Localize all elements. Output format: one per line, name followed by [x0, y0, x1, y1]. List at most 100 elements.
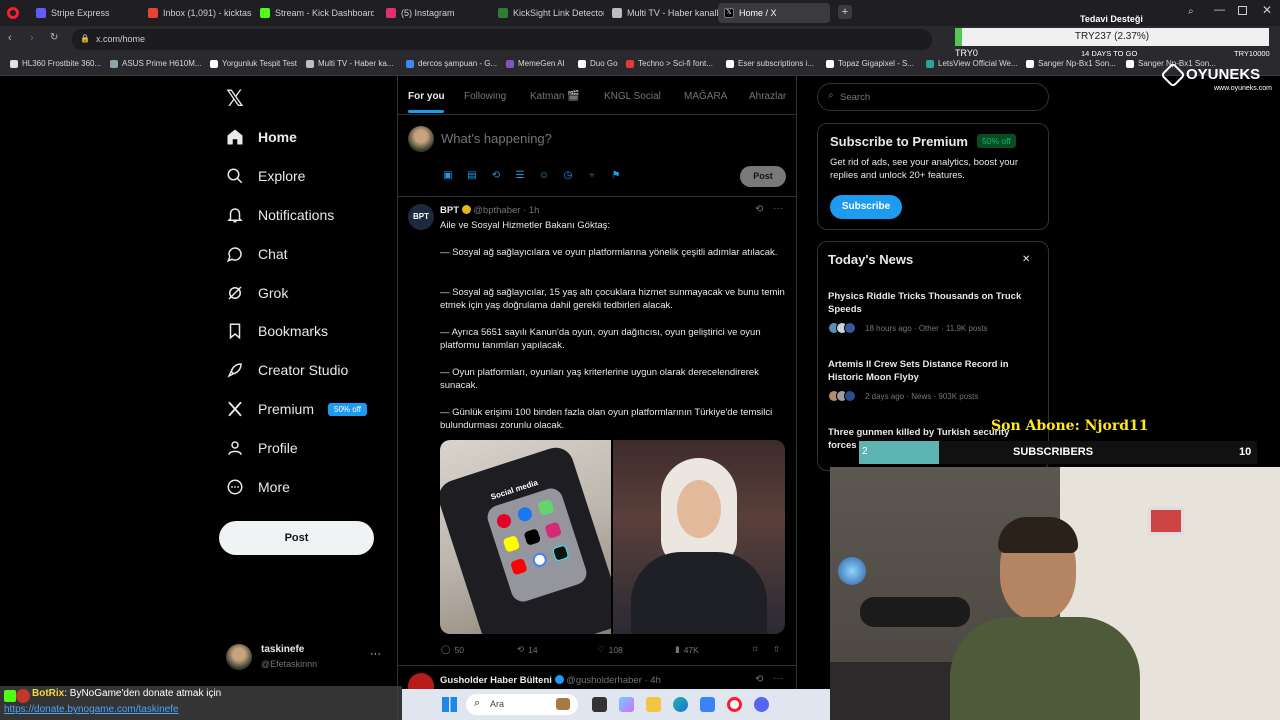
news-item-title[interactable]: Artemis II Crew Sets Distance Record in …	[828, 358, 1038, 384]
reply-button[interactable]: ◯ 50	[441, 644, 464, 655]
premium-discount-badge: 50% off	[328, 402, 367, 416]
chat-link[interactable]: https://donate.bynogame.com/taskinefe	[4, 704, 179, 715]
bookmark-item[interactable]: Duo Go	[578, 59, 618, 68]
bookmark-item[interactable]: Sanger Np-Bx1 Son...	[1026, 59, 1116, 68]
views-button[interactable]: ▮ 47K	[675, 644, 699, 655]
bookmark-item[interactable]: HL360 Frostbite 360...	[10, 59, 101, 68]
minimize-icon[interactable]: —	[1214, 4, 1225, 16]
tweet-author-name[interactable]: Gusholder Haber Bülteni	[440, 675, 552, 686]
store-icon[interactable]	[700, 697, 715, 712]
bookmark-item[interactable]: dercos şampuan - G...	[406, 59, 497, 68]
bookmark-tweet-button[interactable]: ⌑	[753, 644, 757, 655]
bookmark-item[interactable]: MemeGen AI	[506, 59, 565, 68]
back-icon[interactable]: ‹	[8, 32, 12, 44]
bookmark-favicon-icon	[578, 59, 586, 68]
x-logo-icon[interactable]: 𝕏	[226, 86, 244, 112]
search-box[interactable]: ⌕ Search	[817, 83, 1049, 111]
bookmark-item[interactable]: LetsView Official We...	[926, 59, 1018, 68]
chat-text: : ByNoGame'den donate atmak için	[64, 688, 222, 699]
nav-explore[interactable]: Explore	[226, 163, 305, 189]
tweet-avatar[interactable]: BPT	[408, 204, 434, 230]
close-news-icon[interactable]: ✕	[1022, 254, 1030, 265]
tweet-image-phone[interactable]: Social media	[440, 440, 611, 634]
subscriber-count: 10	[1239, 446, 1252, 458]
face-shape	[677, 480, 721, 538]
nav-chat[interactable]: Chat	[226, 241, 288, 267]
tab-katman[interactable]: Katman 🎬	[530, 91, 580, 102]
browser-tab[interactable]: Stripe Express	[30, 3, 140, 23]
edge-icon[interactable]	[673, 697, 688, 712]
like-button[interactable]: ♡ 108	[597, 644, 623, 655]
bookmark-item[interactable]: Yorgunluk Tespit Test	[210, 59, 297, 68]
post-button[interactable]: Post	[219, 521, 374, 555]
opera-logo-icon[interactable]	[7, 7, 19, 19]
emoji-icon[interactable]: ☺	[538, 170, 550, 182]
account-more-icon[interactable]: ···	[370, 648, 381, 660]
grok-compose-icon[interactable]: ⟲	[490, 170, 502, 182]
grok-tweet-icon[interactable]: ⟲	[755, 674, 763, 685]
nav-notifications[interactable]: Notifications	[226, 202, 334, 228]
browser-tab[interactable]: KickSight Link Detector	[492, 3, 604, 23]
search-tabs-icon[interactable]: ⌕	[1188, 6, 1194, 17]
composer-input[interactable]: What's happening?	[441, 131, 552, 146]
tweet-more-icon[interactable]: ···	[773, 673, 783, 684]
nav-bookmarks[interactable]: Bookmarks	[226, 318, 328, 344]
tweet-author-handle[interactable]: @gusholderhaber	[566, 675, 642, 686]
discord-icon[interactable]	[754, 697, 769, 712]
bookmark-item[interactable]: Techno > Sci-fi font...	[626, 59, 713, 68]
file-explorer-icon[interactable]	[646, 697, 661, 712]
forward-icon[interactable]: ›	[30, 32, 34, 44]
share-button[interactable]: ⇧	[773, 644, 780, 655]
flag-icon[interactable]: ⚑	[610, 170, 622, 182]
taskbar-search[interactable]: ⌕ Ara	[466, 694, 578, 715]
nav-creator-studio[interactable]: Creator Studio	[226, 357, 348, 383]
bookmark-item[interactable]: Multi TV - Haber ka...	[306, 59, 393, 68]
browser-tab[interactable]: Multi TV - Haber kanalları	[606, 3, 718, 23]
tab-kngl-social[interactable]: KNGL Social	[604, 91, 661, 102]
browser-tab[interactable]: (5) Instagram	[380, 3, 490, 23]
gif-icon[interactable]: ▤	[466, 170, 478, 182]
schedule-icon[interactable]: ◷	[562, 170, 574, 182]
task-view-icon[interactable]	[592, 697, 607, 712]
media-icon[interactable]: ▣	[442, 170, 454, 182]
opera-taskbar-icon[interactable]	[727, 697, 742, 712]
nav-premium[interactable]: Premium 50% off	[226, 396, 367, 422]
poll-icon[interactable]: ☰	[514, 170, 526, 182]
nav-grok[interactable]: Grok	[226, 280, 288, 306]
reload-icon[interactable]: ↻	[50, 32, 58, 43]
browser-tab-active[interactable]: 𝕏 Home / X	[718, 3, 830, 23]
tab-for-you[interactable]: For you	[408, 91, 445, 102]
account-switcher[interactable]: taskinefe @Efetaskinnn ···	[226, 642, 386, 674]
tweet-image-portrait[interactable]	[613, 440, 785, 634]
grok-tweet-icon[interactable]: ⟲	[755, 204, 763, 215]
nav-profile[interactable]: Profile	[226, 435, 298, 461]
copilot-icon[interactable]	[619, 697, 634, 712]
bookmark-item[interactable]: ASUS Prime H610M...	[110, 59, 202, 68]
repost-button[interactable]: ⟲ 14	[517, 644, 538, 655]
bookmark-item[interactable]: Topaz Gigapixel - S...	[826, 59, 914, 68]
nav-more[interactable]: More	[226, 474, 290, 500]
tab-magara[interactable]: MAĞARA	[684, 91, 727, 102]
location-icon[interactable]: ⌖	[586, 170, 598, 182]
subscribe-button[interactable]: Subscribe	[830, 195, 902, 219]
facebook-icon	[516, 505, 534, 524]
new-tab-icon[interactable]: +	[838, 5, 852, 19]
composer-avatar	[408, 126, 434, 152]
news-item-title[interactable]: Physics Riddle Tricks Thousands on Truck…	[828, 290, 1038, 316]
tab-ahrazlar[interactable]: Ahrazlar	[749, 91, 786, 102]
tweet-author-name[interactable]: BPT	[440, 205, 459, 216]
browser-tab[interactable]: Inbox (1,091) - kicktaskine	[142, 3, 252, 23]
url-field[interactable]: 🔒 x.com/home	[72, 29, 932, 50]
bookmark-item[interactable]: Eser subscriptions i...	[726, 59, 814, 68]
nav-home[interactable]: Home	[226, 124, 297, 150]
composer-post-button[interactable]: Post	[740, 166, 786, 187]
tab-following[interactable]: Following	[464, 91, 506, 102]
browser-tab[interactable]: Stream - Kick Dashboard	[254, 3, 374, 23]
start-icon[interactable]	[442, 697, 457, 712]
close-window-icon[interactable]: ✕	[1262, 3, 1272, 17]
tweet-author-handle[interactable]: @bpthaber	[473, 205, 520, 216]
tweet-time[interactable]: · 4h	[645, 675, 661, 686]
tweet-more-icon[interactable]: ···	[773, 203, 783, 214]
maximize-icon[interactable]	[1238, 6, 1247, 15]
tweet-time[interactable]: · 1h	[523, 205, 539, 216]
